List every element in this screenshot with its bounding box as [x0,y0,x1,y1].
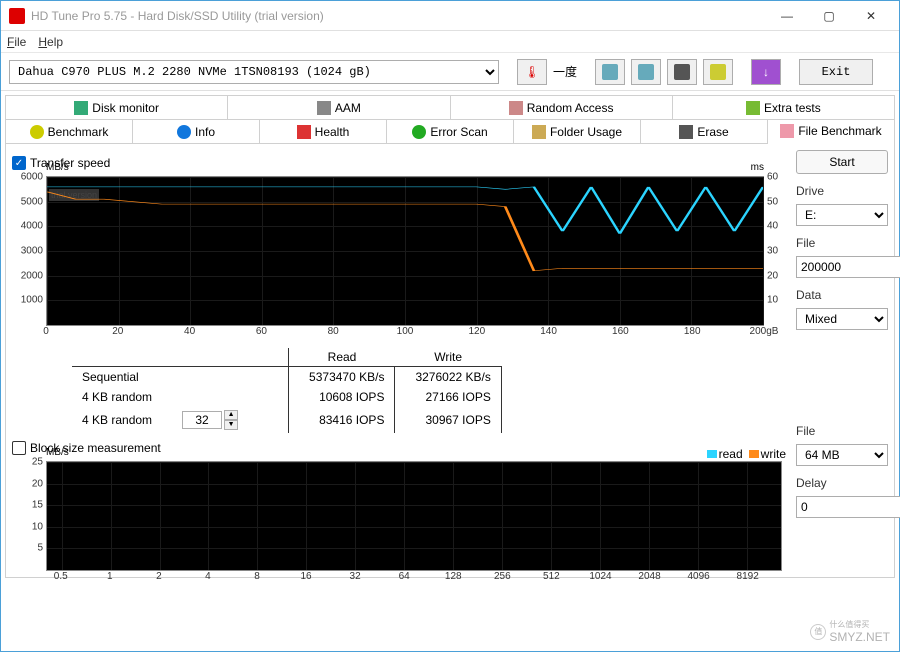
bulb-icon [30,125,44,139]
close-button[interactable]: ✕ [851,4,891,28]
result-row-label: Sequential [72,367,289,388]
delay-input[interactable] [796,496,900,518]
block-size-checkbox[interactable] [12,441,26,455]
menu-help[interactable]: Help [38,35,63,49]
block-file-select[interactable]: 64 MB [796,444,888,466]
tab-file-benchmark[interactable]: File Benchmark [768,120,894,144]
exit-button[interactable]: Exit [799,59,873,85]
tab-aam[interactable]: AAM [228,96,450,119]
tab-benchmark[interactable]: Benchmark [6,120,133,143]
tab-folder-usage[interactable]: Folder Usage [514,120,641,143]
y-axis-unit-2: MB/s [46,447,69,458]
result-row-label: 4 KB random [72,387,289,407]
menu-file[interactable]: File [7,35,26,49]
tab-extra-tests[interactable]: Extra tests [673,96,894,119]
result-write: 27166 IOPS [395,387,501,407]
y2-axis-unit: ms [751,162,764,173]
temperature-button[interactable]: 🌡 [517,59,547,85]
speaker-icon [317,101,331,115]
file-label: File [796,236,888,250]
queue-depth-input[interactable] [182,411,222,429]
options-button[interactable]: ↓ [751,59,781,85]
file-bench-icon [780,124,794,138]
tab-health[interactable]: Health [260,120,387,143]
disk-monitor-icon [74,101,88,115]
copy-all-button[interactable] [631,59,661,85]
block-size-chart: 510152025 [46,461,782,571]
trash-icon [679,125,693,139]
app-icon [9,8,25,24]
extra-icon [746,101,760,115]
drive-label: Drive [796,184,888,198]
data-pattern-select[interactable]: Mixed [796,308,888,330]
drive-letter-select[interactable]: E: [796,204,888,226]
folder-icon [532,125,546,139]
cross-icon [297,125,311,139]
result-read: 10608 IOPS [289,387,395,407]
tab-error-scan[interactable]: Error Scan [387,120,514,143]
drive-select[interactable]: Dahua C970 PLUS M.2 2280 NVMe 1TSN08193 … [9,60,499,84]
screenshot-button[interactable] [667,59,697,85]
data-label: Data [796,288,888,302]
magnifier-icon [412,125,426,139]
tab-info[interactable]: Info [133,120,260,143]
page-watermark: 值 什么值得买SMYZ.NET [810,619,890,644]
window-title: HD Tune Pro 5.75 - Hard Disk/SSD Utility… [31,9,767,23]
tab-random-access[interactable]: Random Access [451,96,673,119]
copy-button[interactable] [595,59,625,85]
results-table: ReadWrite Sequential5373470 KB/s3276022 … [72,348,788,433]
delay-label: Delay [796,476,888,490]
transfer-speed-checkbox[interactable]: ✓ [12,156,26,170]
result-row-label: 4 KB random▲▼ [72,407,289,433]
transfer-speed-chart: trial version 100020003000400050006000 1… [46,176,764,326]
file-size-input[interactable] [796,256,900,278]
temperature-label: 一度 [553,63,577,80]
tab-erase[interactable]: Erase [641,120,768,143]
maximize-button[interactable]: ▢ [809,4,849,28]
result-write: 30967 IOPS [395,407,501,433]
result-read: 83416 IOPS [289,407,395,433]
tab-disk-monitor[interactable]: Disk monitor [6,96,228,119]
transfer-speed-label: Transfer speed [30,156,110,170]
y-axis-unit: MB/s [46,162,69,173]
minimize-button[interactable]: — [767,4,807,28]
result-write: 3276022 KB/s [395,367,501,388]
file2-label: File [796,424,888,438]
info-icon [177,125,191,139]
chart-legend: read write [707,447,786,461]
save-button[interactable] [703,59,733,85]
result-read: 5373470 KB/s [289,367,395,388]
start-button[interactable]: Start [796,150,888,174]
random-icon [509,101,523,115]
